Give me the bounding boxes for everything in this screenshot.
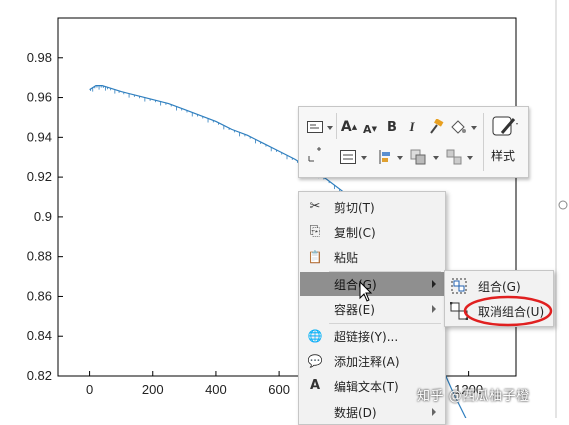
menu-item-copy[interactable]: ⎘ 复制(C) [300,220,444,244]
menu-item-hyperlink[interactable]: 🌐 超链接(Y)... [300,324,444,348]
bold-button[interactable]: B [385,117,399,137]
y-tick-label: 0.9 [34,209,52,224]
x-tick-label: 0 [86,382,93,397]
x-tick-label: 600 [268,382,290,397]
comment-icon: 💬 [307,354,323,368]
y-tick-label: 0.98 [27,50,52,65]
menu-item-add-comment[interactable]: 💬 添加注释(A) [300,349,444,373]
style-label[interactable]: 样式 [491,147,515,164]
submenu-arrow-icon [432,305,436,313]
y-tick-label: 0.94 [27,129,52,144]
link-icon: 🌐 [307,329,323,343]
text-box-icon[interactable] [305,117,325,137]
watermark: 知乎 @西瓜柚子橙 [417,389,530,404]
arrange-icon[interactable] [409,147,427,167]
submenu-arrow-icon [432,408,436,416]
cut-icon: ✂ [309,199,321,214]
chart-canvas: 0.98 0.96 0.94 0.92 0.9 0.88 0.86 0.84 0.82 0 200 4… [27,0,568,418]
y-tick-label: 0.96 [27,90,52,105]
y-tick-label: 0.92 [27,169,52,184]
x-tick-label: 200 [142,382,164,397]
shrink-font-icon[interactable]: A ▼ [363,119,377,139]
format-painter-icon[interactable] [427,117,445,137]
group-icon[interactable] [445,147,463,167]
menu-item-cut[interactable]: ✂ 剪切(T) [300,195,444,219]
style-pen-icon[interactable] [491,115,519,139]
copy-icon: ⎘ [309,224,321,239]
paste-icon: 📋 [307,250,323,264]
y-tick-label: 0.86 [27,288,52,303]
italic-button[interactable]: I [406,117,418,137]
fill-icon[interactable] [449,117,467,137]
submenu-arrow-icon [432,280,436,288]
menu-item-paste[interactable]: 📋 粘贴 [300,245,444,269]
edit-text-icon: A [309,378,321,393]
align-icon[interactable] [339,147,357,167]
y-tick-label: 0.84 [27,328,52,343]
x-tick-label: 400 [205,382,227,397]
y-tick-label: 0.82 [27,368,52,383]
highlight-ellipse [463,295,553,327]
mini-toolbar: A ▲ A ▼ B I 样式 [298,106,529,178]
grow-font-icon[interactable]: A ▲ [341,117,357,137]
resize-icon[interactable] [305,145,325,165]
indent-icon[interactable] [375,147,393,167]
mouse-cursor-icon [359,281,373,302]
resize-handle-right[interactable] [558,200,568,210]
group-icon [450,277,468,295]
y-tick-label: 0.88 [27,249,52,264]
